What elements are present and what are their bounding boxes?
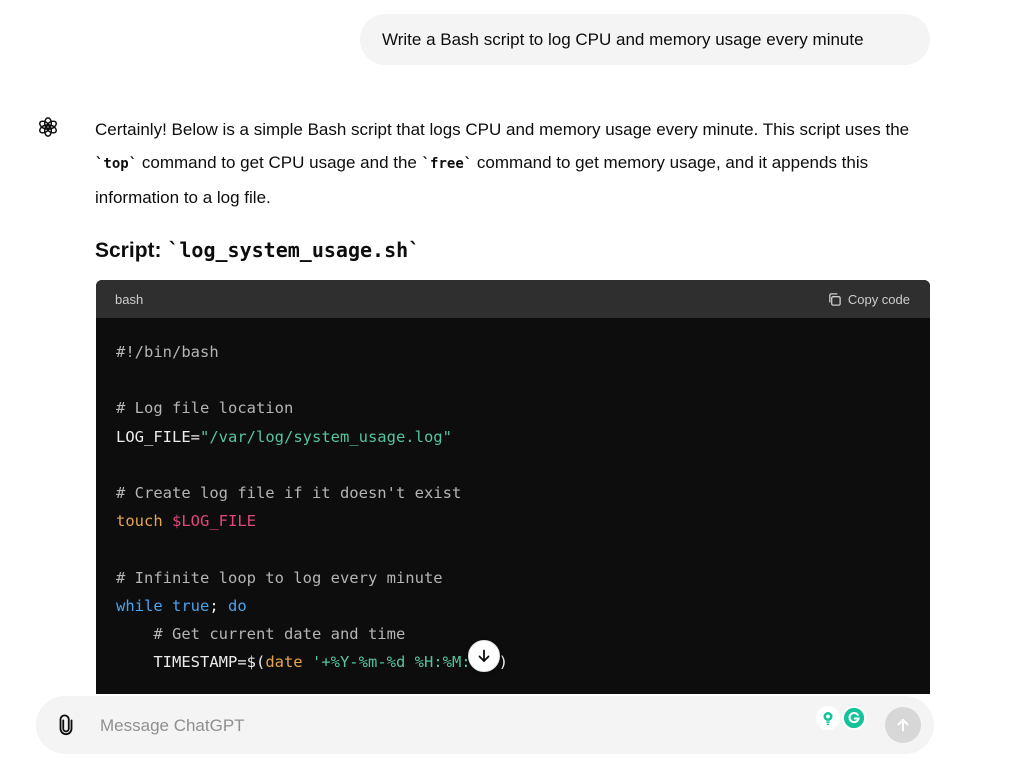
copy-icon (829, 292, 841, 306)
code-line: LOG_FILE="/var/log/system_usage.log" (116, 423, 910, 451)
code-line: #!/bin/bash (116, 343, 219, 361)
code-token-true: true (172, 596, 210, 615)
extension-icons (816, 706, 866, 730)
grammarly-extension-button[interactable] (842, 706, 866, 730)
code-token-variable: $LOG_FILE (172, 512, 257, 531)
script-heading-filename: `log_system_usage.sh` (167, 238, 421, 262)
code-token-keyword: touch (116, 512, 163, 531)
code-line: TIMESTAMP=$(date '+%Y-%m-%d %H:%M:%S') (116, 648, 910, 676)
code-token-var: LOG_FILE= (116, 427, 200, 446)
arrow-down-icon (478, 649, 490, 662)
lightbulb-extension-button[interactable] (816, 706, 840, 730)
code-line: while true; do (116, 592, 910, 620)
scroll-to-bottom-button[interactable] (468, 640, 500, 672)
user-message-text: Write a Bash script to log CPU and memor… (382, 29, 864, 49)
script-heading-label: Script: (95, 239, 168, 262)
assistant-avatar (32, 111, 64, 143)
paperclip-icon (59, 714, 73, 735)
code-token-semicolon: ; (209, 596, 219, 615)
lightbulb-icon (823, 712, 833, 726)
code-line: # Log file location (116, 399, 294, 418)
code-body: #!/bin/bash # Log file location LOG_FILE="… (96, 318, 930, 676)
code-line: touch $LOG_FILE (116, 507, 910, 535)
arrow-up-icon (897, 719, 909, 732)
inline-code-free: `free` (421, 156, 473, 172)
code-line: # Get current date and time (116, 624, 406, 643)
chat-page: Write a Bash script to log CPU and memor… (0, 0, 1024, 767)
message-input[interactable] (98, 712, 782, 740)
code-token-close-paren: ) (498, 653, 508, 672)
code-token-while: while (116, 596, 163, 615)
code-token-string: "/var/log/system_usage.log" (200, 427, 452, 446)
code-block: bash Copy code #!/bin/bash # Log file loc… (96, 280, 930, 700)
code-block-header: bash Copy code (96, 280, 930, 318)
send-button[interactable] (885, 707, 921, 743)
intro-part-2: command to get CPU usage and the (137, 153, 422, 172)
script-heading: Script: `log_system_usage.sh` (95, 238, 420, 263)
code-language-label: bash (115, 291, 144, 307)
code-line: # Create log file if it doesn't exist (116, 483, 462, 502)
grammarly-icon (843, 707, 865, 729)
copy-code-button[interactable]: Copy code (827, 292, 910, 307)
code-line: # Infinite loop to log every minute (116, 568, 443, 587)
intro-part-1: Certainly! Below is a simple Bash script… (95, 120, 910, 139)
openai-logo-icon (39, 117, 57, 137)
message-composer (36, 696, 934, 754)
code-token-date: date (265, 653, 303, 672)
assistant-message-text: Certainly! Below is a simple Bash script… (95, 113, 930, 214)
inline-code-top: `top` (95, 156, 138, 172)
copy-code-label: Copy code (847, 291, 910, 307)
attach-button[interactable] (52, 711, 80, 739)
user-message-bubble: Write a Bash script to log CPU and memor… (360, 14, 930, 65)
code-token-assign: TIMESTAMP=$( (116, 653, 266, 672)
code-token-do: do (228, 596, 247, 615)
